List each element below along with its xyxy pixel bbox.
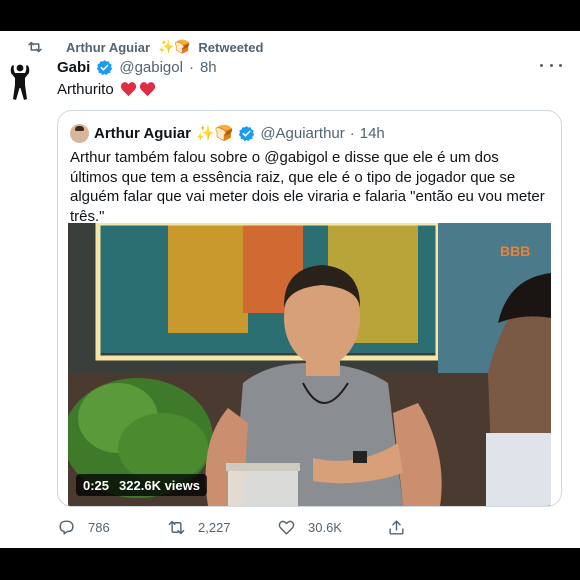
like-icon — [278, 520, 295, 535]
quoted-avatar[interactable] — [70, 123, 89, 143]
tweet-actions: 786 2,227 30.6K — [57, 516, 497, 538]
verified-badge-icon — [239, 125, 255, 141]
video-duration: 0:25 — [83, 477, 110, 493]
reply-icon — [59, 519, 74, 535]
like-button[interactable]: 30.6K — [277, 518, 387, 537]
retweet-icon — [168, 520, 185, 534]
heart-icon — [139, 82, 155, 97]
quoted-author-name[interactable]: Arthur Aguiar — [94, 125, 191, 142]
avatar[interactable] — [8, 63, 32, 101]
retweet-button[interactable]: 2,227 — [167, 518, 277, 537]
retweet-indicator: Arthur Aguiar ✨🍞 Retweeted — [26, 37, 263, 57]
quoted-tweet[interactable]: Arthur Aguiar ✨🍞 @Aguiarthur · 14h Arthu… — [57, 110, 562, 507]
retweet-icon — [28, 41, 42, 53]
bbb-logo: BBB — [500, 243, 530, 259]
quoted-author-handle[interactable]: @Aguiarthur — [260, 125, 344, 142]
share-icon — [389, 519, 404, 535]
reply-button[interactable]: 786 — [57, 518, 167, 537]
retweet-count: 2,227 — [198, 519, 231, 535]
video-info: 0:25 322.6K views — [76, 474, 207, 496]
more-icon[interactable] — [540, 58, 562, 72]
video-player[interactable]: BBB 0:25 322.6K views — [68, 223, 551, 506]
tweet-card[interactable]: Arthur Aguiar ✨🍞 Retweeted Gabi @gabigol… — [0, 31, 580, 548]
video-frame: BBB — [68, 223, 551, 506]
reply-count: 786 — [88, 519, 110, 535]
quoted-tweet-header: Arthur Aguiar ✨🍞 @Aguiarthur · 14h — [70, 122, 385, 144]
share-button[interactable] — [387, 518, 447, 537]
video-views: 322.6K views — [119, 477, 200, 493]
author-handle[interactable]: @gabigol — [119, 59, 183, 76]
heart-icon — [120, 82, 136, 97]
retweeted-label: Retweeted — [198, 39, 264, 55]
tweet-time[interactable]: 8h — [200, 59, 217, 76]
separator-dot: · — [349, 124, 355, 142]
tweet-body: Arthurito — [57, 78, 156, 100]
quoted-tweet-time[interactable]: 14h — [360, 125, 385, 142]
retweeter-name[interactable]: Arthur Aguiar — [66, 40, 150, 55]
tweet-header: Gabi @gabigol · 8h — [57, 56, 217, 78]
separator-dot: · — [188, 58, 194, 76]
verified-badge-icon — [97, 59, 113, 75]
retweeter-emoji: ✨🍞 — [158, 39, 191, 54]
quoted-author-emoji: ✨🍞 — [195, 125, 234, 142]
tweet-text: Arthurito — [57, 80, 114, 98]
author-name[interactable]: Gabi — [57, 59, 90, 76]
quoted-tweet-text: Arthur também falou sobre o @gabigol e d… — [70, 149, 545, 225]
like-count: 30.6K — [308, 519, 342, 535]
